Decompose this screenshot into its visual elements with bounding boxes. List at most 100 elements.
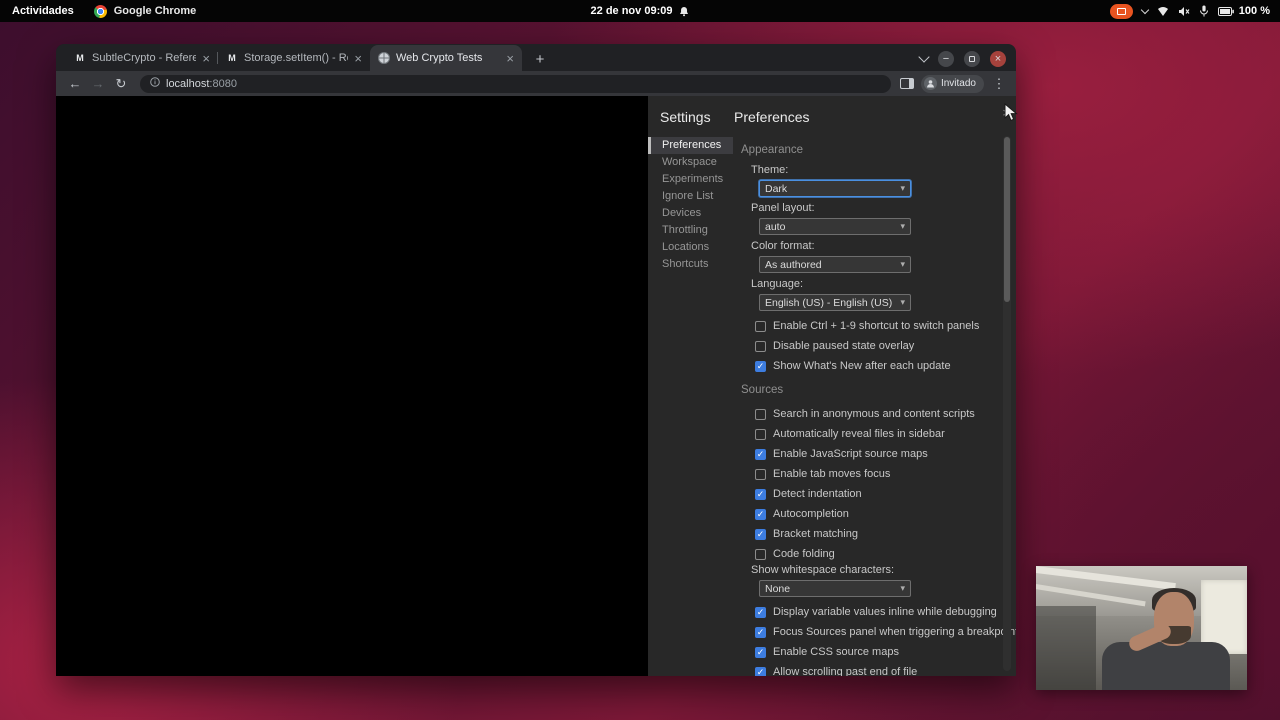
devtools-scrollbar-thumb[interactable] [1004, 137, 1010, 302]
microphone-icon [1199, 5, 1209, 17]
checkbox-autocompletion[interactable] [755, 508, 766, 520]
setting-disable-paused-state-overlay[interactable]: Disable paused state overlay [755, 336, 992, 356]
settings-tab-shortcuts[interactable]: Shortcuts [648, 256, 733, 273]
checkbox-show-what-s-new-after-each-update[interactable] [755, 360, 766, 372]
notification-bell-icon [678, 6, 689, 17]
checkbox-disable-paused-state-overlay[interactable] [755, 340, 766, 352]
settings-tab-throttling[interactable]: Throttling [648, 222, 733, 239]
select-theme[interactable]: Dark ▾ [759, 180, 911, 197]
focused-app-indicator[interactable]: Google Chrome [93, 4, 197, 18]
tab-close-icon[interactable]: × [354, 52, 362, 65]
select-color-format[interactable]: As authored ▾ [759, 256, 911, 273]
checkbox-enable-css-source-maps[interactable] [755, 646, 766, 658]
checkbox-detect-indentation[interactable] [755, 488, 766, 500]
checkbox-focus-sources-panel-when-triggering-a-breakpoint[interactable] [755, 626, 766, 638]
tab-close-icon[interactable]: × [202, 52, 210, 65]
forward-button[interactable]: → [88, 74, 108, 94]
setting-enable-css-source-maps[interactable]: Enable CSS source maps [755, 642, 992, 662]
settings-title: Settings [660, 109, 711, 125]
setting-panel-layout: Panel layout: auto ▾ [751, 202, 992, 235]
profile-button[interactable]: Invitado [920, 74, 984, 93]
checkbox-display-variable-values-inline-while-debugging[interactable] [755, 606, 766, 618]
tab-close-icon[interactable]: × [506, 52, 514, 65]
chevron-down-icon: ▾ [900, 259, 905, 269]
close-window-button[interactable]: × [990, 51, 1006, 67]
browser-content: Settings Preferences Preferences Workspac… [56, 96, 1016, 676]
settings-tab-experiments[interactable]: Experiments [648, 171, 733, 188]
screen-share-indicator[interactable] [1109, 3, 1133, 19]
setting-display-variable-values-inline-while-debugging[interactable]: Display variable values inline while deb… [755, 602, 997, 622]
system-status-area[interactable]: 100 % [1109, 3, 1280, 19]
maximize-button[interactable] [964, 51, 980, 67]
settings-tab-preferences[interactable]: Preferences [648, 137, 733, 154]
checkbox-label: Automatically reveal files in sidebar [773, 428, 945, 440]
setting-code-folding[interactable]: Code folding [755, 544, 992, 564]
setting-label: Show whitespace characters: [751, 564, 895, 576]
browser-toolbar: ← → ↻ localhost:8080 Invitado ⋮ [56, 71, 1016, 96]
select-panel-layout[interactable]: auto ▾ [759, 218, 911, 235]
settings-tab-workspace[interactable]: Workspace [648, 154, 733, 171]
checkbox-label: Disable paused state overlay [773, 340, 915, 352]
reload-button[interactable]: ↻ [111, 74, 131, 94]
preferences-title: Preferences [734, 109, 810, 125]
checkbox-automatically-reveal-files-in-sidebar[interactable] [755, 428, 766, 440]
side-panel-icon[interactable] [899, 78, 914, 89]
browser-tab-subtlecrypto-referenci[interactable]: SubtleCrypto - Referenci × [66, 45, 218, 71]
checkbox-label: Enable tab moves focus [773, 468, 891, 480]
settings-tab-ignore-list[interactable]: Ignore List [648, 188, 733, 205]
web-page[interactable] [56, 96, 648, 676]
setting-show-what-s-new-after-each-update[interactable]: Show What's New after each update [755, 356, 992, 376]
site-info-icon[interactable] [150, 77, 160, 90]
settings-sidebar-list: Preferences Workspace Experiments Ignore Li… [648, 134, 733, 676]
new-tab-button[interactable]: + [528, 47, 552, 71]
chevron-down-icon: ▾ [900, 221, 905, 231]
settings-tab-locations[interactable]: Locations [648, 239, 733, 256]
setting-automatically-reveal-files-in-sidebar[interactable]: Automatically reveal files in sidebar [755, 424, 992, 444]
setting-label: Language: [751, 278, 803, 290]
checkbox-code-folding[interactable] [755, 548, 766, 560]
address-bar[interactable]: localhost:8080 [140, 74, 891, 93]
activities-button[interactable]: Actividades [12, 5, 74, 17]
checkbox-allow-scrolling-past-end-of-file[interactable] [755, 666, 766, 676]
settings-tab-devices[interactable]: Devices [648, 205, 733, 222]
setting-enable-javascript-source-maps[interactable]: Enable JavaScript source maps [755, 444, 992, 464]
mouse-cursor [1004, 102, 1020, 128]
select-show-whitespace-characters[interactable]: None ▾ [759, 580, 911, 597]
setting-focus-sources-panel-when-triggering-a-breakpoint[interactable]: Focus Sources panel when triggering a br… [755, 622, 1016, 642]
url-port: :8080 [209, 77, 237, 90]
select-value: None [765, 582, 791, 595]
setting-autocompletion[interactable]: Autocompletion [755, 504, 992, 524]
setting-allow-scrolling-past-end-of-file[interactable]: Allow scrolling past end of file [755, 662, 992, 676]
checkbox-bracket-matching[interactable] [755, 528, 766, 540]
checkbox-label: Bracket matching [773, 528, 858, 540]
setting-enable-ctrl-1-9-shortcut-to-switch-panels[interactable]: Enable Ctrl + 1-9 shortcut to switch pan… [755, 316, 992, 336]
setting-bracket-matching[interactable]: Bracket matching [755, 524, 992, 544]
focused-app-label: Google Chrome [113, 5, 197, 17]
setting-show-whitespace-characters: Show whitespace characters: None ▾ [751, 564, 992, 597]
browser-tab-storage-setitem-refer[interactable]: Storage.setItem() - Refer × [217, 45, 370, 71]
checkbox-label: Search in anonymous and content scripts [773, 408, 975, 420]
chevron-down-icon: ▾ [900, 297, 905, 307]
chrome-icon [93, 4, 107, 18]
checkbox-label: Show What's New after each update [773, 360, 951, 372]
clock[interactable]: 22 de nov 09:09 [591, 5, 690, 17]
browser-menu-button[interactable]: ⋮ [991, 76, 1007, 92]
browser-tab-web-crypto-tests[interactable]: Web Crypto Tests × [370, 45, 522, 71]
setting-search-in-anonymous-and-content-scripts[interactable]: Search in anonymous and content scripts [755, 404, 992, 424]
tab-title: SubtleCrypto - Referenci [92, 52, 197, 64]
setting-detect-indentation[interactable]: Detect indentation [755, 484, 992, 504]
tab-search-chevron-icon[interactable] [918, 51, 930, 63]
checkbox-enable-ctrl-1-9-shortcut-to-switch-panels[interactable] [755, 320, 766, 332]
volume-muted-icon [1178, 6, 1190, 17]
select-language[interactable]: English (US) - English (US) ▾ [759, 294, 911, 311]
minimize-button[interactable]: − [938, 51, 954, 67]
checkbox-search-in-anonymous-and-content-scripts[interactable] [755, 408, 766, 420]
checkbox-enable-tab-moves-focus[interactable] [755, 468, 766, 480]
devtools-scrollbar[interactable] [1003, 136, 1011, 671]
checkbox-enable-javascript-source-maps[interactable] [755, 448, 766, 460]
mdn-docs-icon [74, 52, 86, 64]
clock-label: 22 de nov 09:09 [590, 5, 673, 17]
back-button[interactable]: ← [65, 74, 85, 94]
setting-enable-tab-moves-focus[interactable]: Enable tab moves focus [755, 464, 992, 484]
checkbox-label: Enable JavaScript source maps [773, 448, 928, 460]
